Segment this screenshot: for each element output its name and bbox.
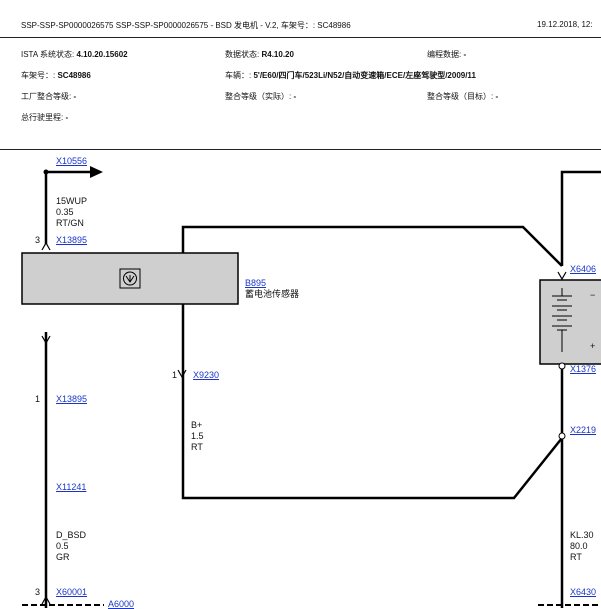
wiring-diagram: [21, 166, 601, 608]
junction-x2219: [558, 432, 566, 440]
wire-15wup-name: 15WUP: [56, 196, 88, 206]
connector-x60001[interactable]: X60001: [56, 587, 87, 597]
component-b895-id[interactable]: B895: [245, 278, 266, 288]
wire-b-plus-size: 1.5: [191, 431, 204, 441]
wire-top-right: [560, 170, 601, 266]
arrow-head-icon: [90, 166, 103, 178]
pin-number-1-x13895: 1: [35, 394, 41, 404]
wire-top-to-battery: [181, 225, 563, 267]
wire-label-d-bsd: D_BSD 0.5 GR: [56, 530, 86, 563]
wire-kl30-name: KL.30: [570, 530, 594, 540]
connector-dot-top: [43, 169, 49, 175]
wire-d-bsd-color: GR: [56, 552, 70, 562]
wire-b-plus-name: B+: [191, 420, 203, 430]
connector-x1376[interactable]: X1376: [570, 364, 596, 374]
wire-15wup-size: 0.35: [56, 207, 74, 217]
pin-number-1-x9230: 1: [172, 370, 178, 380]
wire-label-15wup: 15WUP 0.35 RT/GN: [56, 196, 87, 229]
connector-x13895-bottom[interactable]: X13895: [56, 394, 87, 404]
connector-x10556[interactable]: X10556: [56, 156, 87, 166]
junction-x1376: [558, 362, 566, 370]
pin-marker-x13895-top: [41, 241, 51, 251]
component-b895-name: 蓄电池传感器: [245, 289, 300, 299]
battery-plus-icon: +: [590, 341, 596, 351]
wire-b-plus-color: RT: [191, 442, 203, 452]
connector-x13895-top[interactable]: X13895: [56, 235, 87, 245]
connector-x6430[interactable]: X6430: [570, 587, 596, 597]
wire-d-bsd-size: 0.5: [56, 541, 69, 551]
wire-15wup-color: RT/GN: [56, 218, 84, 228]
wire-label-b-plus: B+ 1.5 RT: [191, 420, 204, 453]
connector-x9230[interactable]: X9230: [193, 370, 219, 380]
wire-label-kl30: KL.30 80.0 RT: [570, 530, 594, 563]
pin-marker-x6406: [557, 271, 567, 281]
wire-kl30-color: RT: [570, 552, 582, 562]
pin-number-3-x60001: 3: [35, 587, 41, 597]
wire-d-bsd-name: D_BSD: [56, 530, 87, 540]
connector-x2219[interactable]: X2219: [570, 425, 596, 435]
pin-number-3-top: 3: [35, 235, 41, 245]
wire-kl30-size: 80.0: [570, 541, 588, 551]
connector-x6406[interactable]: X6406: [570, 264, 596, 274]
battery-minus-icon: −: [590, 290, 596, 300]
wire-b-plus: [181, 304, 563, 500]
connector-x11241[interactable]: X11241: [56, 482, 86, 492]
